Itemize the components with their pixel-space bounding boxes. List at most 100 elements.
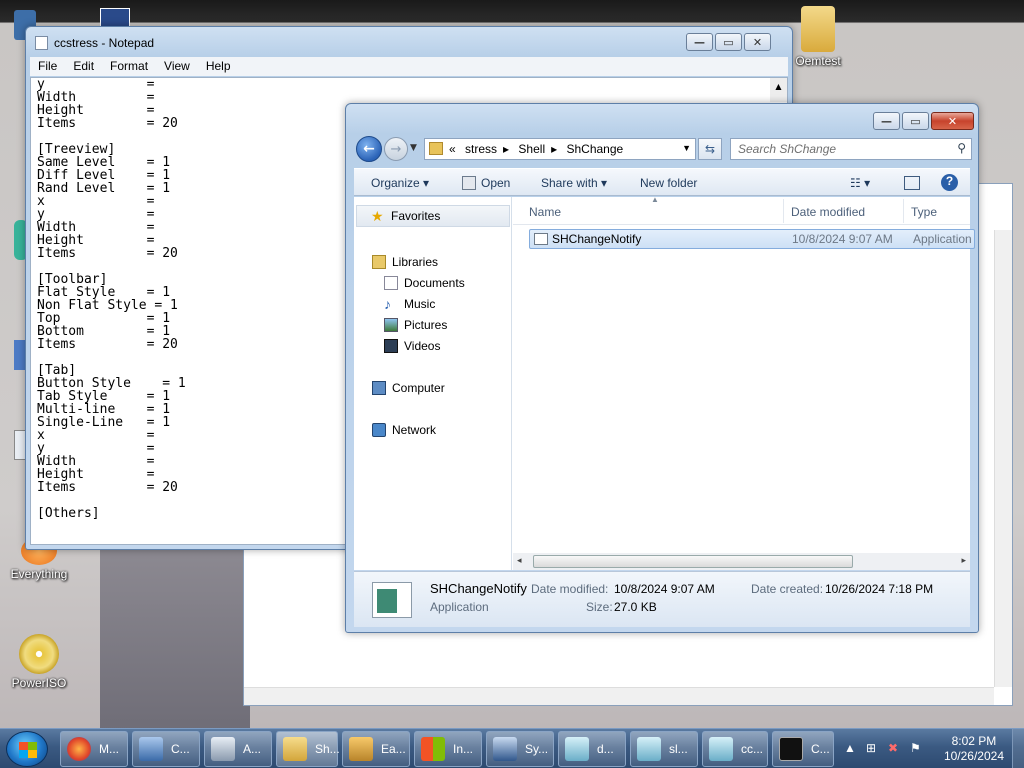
minimize-button[interactable]: — — [686, 33, 713, 51]
menu-help[interactable]: Help — [198, 57, 239, 76]
clock-date: 10/26/2024 — [943, 749, 1004, 763]
close-button[interactable]: ✕ — [931, 112, 974, 130]
desktop-icon-partial[interactable] — [100, 8, 130, 28]
nav-videos[interactable]: Videos — [384, 339, 440, 353]
navigation-bar: ← → ▼ « stress ▸ Shell ▸ ShChange ▼ ⇆ Sear… — [354, 134, 972, 164]
column-name[interactable]: Name — [529, 205, 561, 219]
taskbar: M... C... A... Sh... Ea... In... Sy... d… — [0, 728, 1024, 768]
details-date-created-label: Date created: — [751, 582, 824, 596]
minimize-button[interactable]: — — [873, 112, 900, 130]
share-with-button[interactable]: Share with ▾ — [541, 176, 607, 190]
address-bar[interactable]: « stress ▸ Shell ▸ ShChange ▼ — [424, 138, 696, 160]
close-button[interactable]: ✕ — [744, 33, 771, 51]
column-separator[interactable] — [903, 199, 904, 223]
details-name: SHChangeNotify — [430, 581, 527, 596]
taskbar-notepad-d[interactable]: d... — [558, 731, 626, 767]
firefox-icon — [67, 737, 91, 761]
scroll-left-icon[interactable]: ◂ — [517, 555, 522, 566]
scrollbar[interactable] — [244, 687, 994, 705]
breadcrumb-stress[interactable]: stress — [465, 142, 497, 156]
recent-pages-dropdown[interactable]: ▼ — [410, 143, 417, 153]
system-icon — [493, 737, 517, 761]
window-title: ccstress - Notepad — [54, 36, 155, 50]
scroll-up-button[interactable]: ▲ — [770, 78, 787, 102]
column-date-modified[interactable]: Date modified — [791, 205, 865, 219]
menu-view[interactable]: View — [156, 57, 198, 76]
nav-documents[interactable]: Documents — [384, 276, 465, 290]
windows-flag-icon — [421, 737, 445, 761]
scrollbar[interactable] — [994, 230, 1012, 687]
menu-file[interactable]: File — [30, 57, 65, 76]
scroll-right-icon[interactable]: ▸ — [961, 555, 966, 566]
breadcrumb-shell[interactable]: Shell — [518, 142, 545, 156]
menu-edit[interactable]: Edit — [65, 57, 102, 76]
taskbar-app[interactable]: A... — [204, 731, 272, 767]
notepad-icon — [637, 737, 661, 761]
breadcrumb-overflow[interactable]: « — [449, 142, 456, 156]
preview-pane-button[interactable] — [904, 176, 920, 190]
editor-content: y = Width = Height = Items = 20 [Treevie… — [37, 77, 186, 521]
breadcrumb-shchange[interactable]: ShChange — [566, 142, 623, 156]
notepad-icon — [565, 737, 589, 761]
music-icon: ♪ — [384, 296, 391, 312]
volume-muted-icon[interactable]: ✖ — [888, 741, 898, 755]
change-view-button[interactable]: ☷ ▾ — [850, 176, 870, 190]
taskbar-ease[interactable]: Ea... — [342, 731, 410, 767]
nav-network[interactable]: Network — [372, 423, 436, 437]
clock[interactable]: 8:02 PM 10/26/2024 — [944, 734, 1004, 764]
horizontal-scrollbar[interactable]: ◂ ▸ — [513, 553, 970, 570]
taskbar-computer[interactable]: C... — [132, 731, 200, 767]
details-pane: SHChangeNotify Application Date modified… — [354, 571, 970, 627]
details-size-label: Size: — [586, 600, 613, 614]
chevron-right-icon[interactable]: ▸ — [551, 142, 557, 156]
chevron-right-icon[interactable]: ▸ — [503, 142, 509, 156]
help-button[interactable]: ? — [941, 174, 958, 191]
organize-button[interactable]: Organize ▾ — [371, 176, 429, 190]
libraries-icon — [372, 255, 386, 269]
refresh-button[interactable]: ⇆ — [698, 138, 722, 160]
start-button[interactable] — [6, 731, 48, 767]
show-hidden-icons-button[interactable]: ▲ — [844, 741, 856, 755]
desktop-icon-oemtest[interactable]: Oemtest — [783, 6, 853, 68]
disc-icon — [19, 634, 59, 674]
taskbar-system[interactable]: Sy... — [486, 731, 554, 767]
action-center-icon[interactable]: ⚑ — [910, 741, 921, 755]
details-type: Application — [430, 600, 489, 614]
column-headers: Name ▲ Date modified Type — [513, 195, 970, 225]
nav-pictures[interactable]: Pictures — [384, 318, 447, 332]
nav-libraries[interactable]: Libraries — [372, 255, 438, 269]
forward-arrow-icon: → — [390, 141, 402, 157]
network-status-icon[interactable]: ⊞ — [866, 741, 876, 755]
maximize-button[interactable]: ▭ — [902, 112, 929, 130]
taskbar-internet[interactable]: In... — [414, 731, 482, 767]
menu-format[interactable]: Format — [102, 57, 156, 76]
taskbar-notepad-cc[interactable]: cc... — [702, 731, 768, 767]
open-button[interactable]: Open — [462, 176, 510, 190]
notepad-icon — [709, 737, 733, 761]
nav-computer[interactable]: Computer — [372, 381, 445, 395]
address-dropdown[interactable]: ▼ — [682, 143, 691, 153]
new-folder-button[interactable]: New folder — [640, 176, 697, 190]
taskbar-notepad-sl[interactable]: sl... — [630, 731, 698, 767]
sort-ascending-icon: ▲ — [651, 195, 659, 204]
taskbar-command-prompt[interactable]: C... — [772, 731, 834, 767]
forward-button[interactable]: → — [384, 137, 408, 161]
desktop-icon-poweriso[interactable]: PowerISO — [4, 634, 74, 690]
column-separator[interactable] — [783, 199, 784, 223]
menu-bar: File Edit Format View Help — [30, 57, 788, 76]
search-input[interactable]: Search ShChange ⚲ — [730, 138, 972, 160]
application-icon — [534, 233, 548, 245]
printer-icon — [211, 737, 235, 761]
show-desktop-button[interactable] — [1012, 729, 1024, 768]
maximize-button[interactable]: ▭ — [715, 33, 742, 51]
file-row[interactable]: SHChangeNotify 10/8/2024 9:07 AM Applica… — [529, 229, 975, 249]
nav-music[interactable]: ♪ Music — [384, 297, 435, 311]
explorer-window[interactable]: — ▭ ✕ ← → ▼ « stress ▸ Shell ▸ ShChange ▼ … — [345, 103, 979, 633]
column-type[interactable]: Type — [911, 205, 937, 219]
taskbar-explorer[interactable]: Sh... — [276, 731, 340, 767]
back-button[interactable]: ← — [356, 136, 382, 162]
nav-favorites[interactable]: ★ Favorites — [356, 205, 510, 227]
taskbar-firefox[interactable]: M... — [60, 731, 128, 767]
close-icon: ✕ — [752, 35, 763, 49]
scrollbar-thumb[interactable] — [533, 555, 853, 568]
